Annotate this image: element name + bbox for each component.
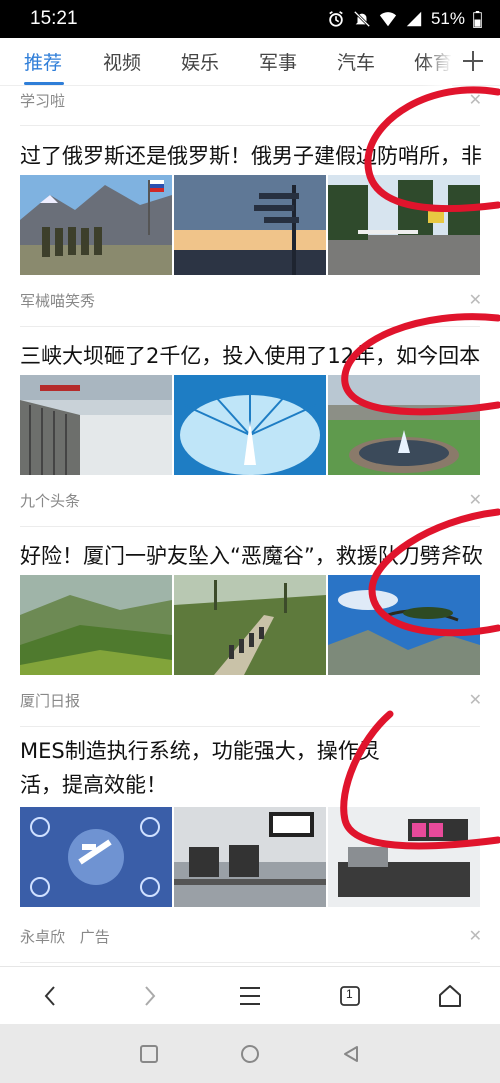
- divider: [20, 726, 480, 727]
- article-thumbnails[interactable]: [20, 175, 480, 275]
- soldiers-mountain-image: [20, 175, 172, 275]
- dismiss-icon[interactable]: ✕: [469, 690, 482, 709]
- checkpoint-road-image: [328, 175, 480, 275]
- factory-line-image: [174, 807, 326, 907]
- divider: [20, 326, 480, 327]
- source-row: 厦门日报 ✕: [20, 690, 482, 711]
- divider: [20, 125, 480, 126]
- ad-title[interactable]: MES制造执行系统，功能强大，操作灵活，提高效能！: [20, 734, 420, 802]
- recents-icon[interactable]: [139, 1044, 159, 1064]
- green-hills-image: [20, 575, 172, 675]
- source-row: 九个头条 ✕: [20, 490, 482, 511]
- tab-video[interactable]: 视频: [103, 48, 141, 75]
- source-row: 军械喵笑秀 ✕: [20, 290, 482, 311]
- home-icon: [439, 984, 461, 1007]
- source-row: 学习啦 ✕: [20, 90, 482, 111]
- ad-label: 广告: [79, 928, 110, 946]
- battery-percent: 51%: [430, 9, 465, 28]
- mes-icons-image: [20, 807, 172, 907]
- tab-recommend[interactable]: 推荐: [24, 48, 62, 75]
- hikers-trail-image: [174, 575, 326, 675]
- dam-spillway-image: [20, 375, 172, 475]
- dismiss-icon[interactable]: ✕: [469, 926, 482, 945]
- article-source: 军械喵笑秀: [20, 292, 96, 310]
- tabs-fade: [422, 38, 452, 86]
- home-circle-icon[interactable]: [239, 1043, 261, 1065]
- signal-icon: [406, 11, 422, 27]
- ad-source: 永卓欣: [20, 928, 66, 946]
- tab-count: 1: [346, 986, 353, 1001]
- signpost-sunset-image: [174, 175, 326, 275]
- divider: [20, 526, 480, 527]
- battery-icon: [473, 10, 482, 28]
- active-tab-indicator: [24, 82, 64, 85]
- article-title[interactable]: 三峡大坝砸了2千亿，投入使用了12年，如今回本: [20, 340, 490, 370]
- browser-toolbar: 1: [0, 966, 500, 1024]
- cliff-pine-image: [328, 575, 480, 675]
- tab-military[interactable]: 军事: [259, 48, 297, 75]
- system-nav-bar: [0, 1024, 500, 1083]
- fountain-sphere-image: [174, 375, 326, 475]
- dismiss-icon[interactable]: ✕: [469, 490, 482, 509]
- factory-machine-image: [328, 807, 480, 907]
- source-row: 永卓欣 广告 ✕: [20, 926, 482, 947]
- wifi-icon: [379, 12, 397, 27]
- dam-park-image: [328, 375, 480, 475]
- home-button[interactable]: [430, 976, 470, 1016]
- forward-button[interactable]: [130, 976, 170, 1016]
- tab-entertainment[interactable]: 娱乐: [181, 48, 219, 75]
- article-source: 九个头条: [20, 492, 81, 510]
- article-source: 学习啦: [20, 92, 66, 110]
- alarm-icon: [329, 11, 343, 27]
- chevron-right-icon: [145, 985, 156, 1006]
- news-feed: 学习啦 ✕ 过了俄罗斯还是俄罗斯！俄男子建假边防哨所，非 军械喵笑秀 ✕ 三峡大…: [0, 86, 500, 966]
- back-triangle-icon[interactable]: [341, 1044, 361, 1064]
- divider: [20, 962, 480, 963]
- tab-auto[interactable]: 汽车: [337, 48, 375, 75]
- menu-button[interactable]: [230, 976, 270, 1016]
- ad-thumbnails[interactable]: [20, 807, 480, 907]
- dismiss-icon[interactable]: ✕: [469, 90, 482, 109]
- article-source: 厦门日报: [20, 692, 81, 710]
- article-thumbnails[interactable]: [20, 575, 480, 675]
- mute-bell-icon: [353, 10, 371, 28]
- dismiss-icon[interactable]: ✕: [469, 290, 482, 309]
- article-title[interactable]: 好险！厦门一驴友坠入“恶魔谷”，救援队刀劈斧砍: [20, 540, 490, 570]
- tabs-button[interactable]: 1: [330, 976, 370, 1016]
- chevron-left-icon: [44, 985, 55, 1006]
- add-channel-icon[interactable]: [458, 46, 488, 76]
- status-icons: 51%: [327, 9, 482, 29]
- article-thumbnails[interactable]: [20, 375, 480, 475]
- status-time: 15:21: [30, 8, 78, 29]
- status-bar: 15:21 51%: [0, 0, 500, 38]
- article-title[interactable]: 过了俄罗斯还是俄罗斯！俄男子建假边防哨所，非: [20, 140, 490, 170]
- menu-icon: [240, 986, 260, 1005]
- channel-tabs: 推荐 视频 娱乐 军事 汽车 体育: [0, 38, 500, 86]
- back-button[interactable]: [30, 976, 70, 1016]
